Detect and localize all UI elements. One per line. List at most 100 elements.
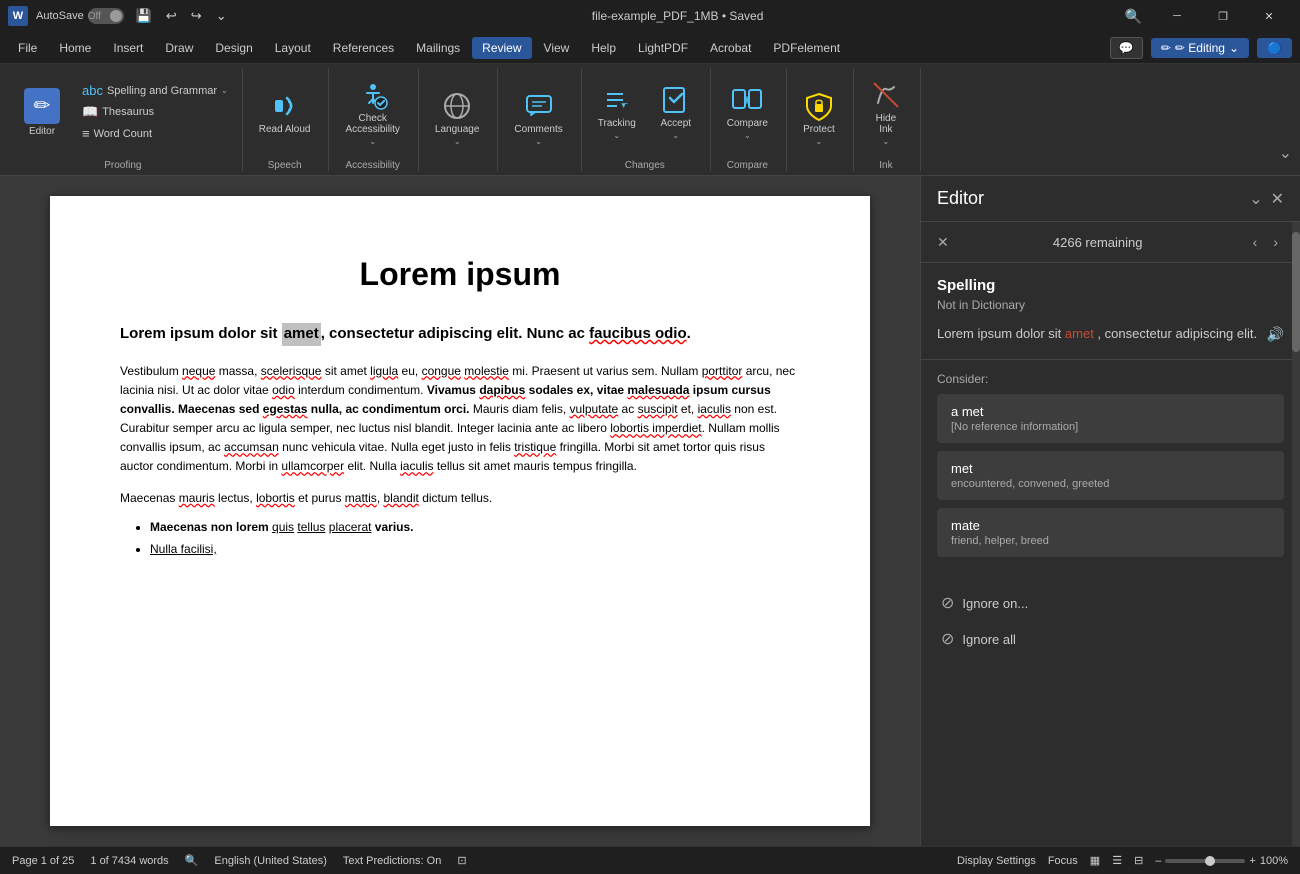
compare-button[interactable]: Compare ⌄ <box>717 72 778 152</box>
prev-arrow[interactable]: ‹ <box>1247 232 1264 252</box>
menu-insert[interactable]: Insert <box>103 37 153 59</box>
remaining-close[interactable]: ✕ <box>937 234 949 251</box>
editor-content: ✕ 4266 remaining ‹ › Spelling Not in Dic… <box>921 222 1300 846</box>
list-item: Maecenas non lorem quis tellus placerat … <box>150 520 800 534</box>
ribbon-expand[interactable]: ⌄ <box>1279 68 1292 171</box>
language-button[interactable]: Language ⌄ <box>425 78 490 158</box>
editor-close-icon[interactable]: ✕ <box>1271 189 1284 209</box>
ribbon-group-tracking: Tracking ⌄ Accept ⌄ Changes <box>584 68 711 171</box>
ignore-on-button[interactable]: ⊘ Ignore on... <box>937 585 1284 621</box>
thesaurus-icon: 📖 <box>82 104 98 120</box>
undo-icon[interactable]: ↩ <box>162 6 181 26</box>
ink-label: Ink <box>860 156 912 171</box>
macro-icon[interactable]: ⊡ <box>457 854 466 867</box>
language-icon <box>441 90 473 122</box>
zoom-plus[interactable]: + <box>1249 855 1255 867</box>
layout-icon-3[interactable]: ⊟ <box>1134 854 1143 867</box>
menu-review[interactable]: Review <box>472 37 531 59</box>
accept-button[interactable]: Accept ⌄ <box>650 72 702 152</box>
language-chevron: ⌄ <box>454 137 461 146</box>
menu-layout[interactable]: Layout <box>265 37 321 59</box>
minimize-button[interactable]: ─ <box>1154 0 1200 32</box>
save-icon[interactable]: 💾 <box>132 6 156 26</box>
proofing-label: Proofing <box>12 156 234 171</box>
layout-icon-1[interactable]: ▦ <box>1090 854 1100 867</box>
editor-scrollbar[interactable] <box>1292 222 1300 846</box>
comments-button[interactable]: 💬 <box>1110 37 1143 59</box>
redo-icon[interactable]: ↪ <box>187 6 206 26</box>
word-logo: W <box>8 6 28 26</box>
display-settings[interactable]: Display Settings <box>957 855 1036 867</box>
ribbon-group-ink: HideInk ⌄ Ink <box>856 68 921 171</box>
menu-draw[interactable]: Draw <box>155 37 203 59</box>
search-icon[interactable]: 🔍 <box>1125 8 1142 25</box>
menu-lightpdf[interactable]: LightPDF <box>628 37 698 59</box>
focus-mode[interactable]: Focus <box>1048 855 1078 867</box>
hide-ink-button[interactable]: HideInk ⌄ <box>860 72 912 152</box>
editing-chevron: ⌄ <box>1229 41 1239 55</box>
ribbon: ✏ Editor abc Spelling and Grammar ⌄ 📖 Th… <box>0 64 1300 176</box>
menu-home[interactable]: Home <box>49 37 101 59</box>
comments-ribbon-button[interactable]: Comments ⌄ <box>504 78 572 158</box>
next-arrow[interactable]: › <box>1267 232 1284 252</box>
doc-paragraph-1: Vestibulum neque massa, scelerisque sit … <box>120 362 800 477</box>
suggestion-card-3[interactable]: mate friend, helper, breed <box>937 508 1284 557</box>
close-button[interactable]: ✕ <box>1246 0 1292 32</box>
ribbon-group-speech: Read Aloud Speech <box>245 68 330 171</box>
hide-ink-icon <box>870 79 902 111</box>
autosave-toggle[interactable]: Off <box>88 8 124 24</box>
faucibus-underline: faucibus odio <box>589 325 687 342</box>
doc-paragraph-2: Maecenas mauris lectus, lobortis et puru… <box>120 489 800 508</box>
share-button[interactable]: 🔵 <box>1257 38 1292 58</box>
protect-group-label <box>793 167 845 171</box>
thesaurus-button[interactable]: 📖 Thesaurus <box>76 102 234 122</box>
tracking-button[interactable]: Tracking ⌄ <box>588 72 646 152</box>
editor-button[interactable]: ✏ Editor <box>12 72 72 152</box>
protect-label: Protect <box>803 124 835 135</box>
protect-button[interactable]: Protect ⌄ <box>793 78 845 158</box>
menu-file[interactable]: File <box>8 37 47 59</box>
editor-icon: ✏ <box>24 88 60 124</box>
language-status[interactable]: English (United States) <box>214 855 327 867</box>
zoom-minus[interactable]: – <box>1155 855 1161 867</box>
scrollbar-thumb <box>1292 232 1300 352</box>
menu-view[interactable]: View <box>534 37 580 59</box>
ignore-all-button[interactable]: ⊘ Ignore all <box>937 621 1284 657</box>
sound-icon[interactable]: 🔊 <box>1267 324 1284 345</box>
editing-button[interactable]: ✏ ✏ Editing ⌄ <box>1151 38 1249 58</box>
doc-bold-paragraph: Lorem ipsum dolor sit amet, consectetur … <box>120 323 800 346</box>
menu-pdelement[interactable]: PDFelement <box>763 37 850 59</box>
menu-help[interactable]: Help <box>581 37 626 59</box>
menu-mailings[interactable]: Mailings <box>406 37 470 59</box>
check-accessibility-button[interactable]: CheckAccessibility ⌄ <box>335 72 409 152</box>
toggle-knob <box>110 10 122 22</box>
zoom-percent: 100% <box>1260 855 1288 867</box>
spelling-icon: abc <box>82 83 103 98</box>
menu-references[interactable]: References <box>323 37 404 59</box>
restore-button[interactable]: ❐ <box>1200 0 1246 32</box>
text-predictions[interactable]: Text Predictions: On <box>343 855 441 867</box>
suggestion-card-2[interactable]: met encountered, convened, greeted <box>937 451 1284 500</box>
zoom-slider[interactable] <box>1165 859 1245 863</box>
more-icon[interactable]: ⌄ <box>212 6 231 26</box>
spelling-grammar-button[interactable]: abc Spelling and Grammar ⌄ <box>76 81 234 100</box>
check-accessibility-icon <box>357 79 389 111</box>
comments-ribbon-icon <box>523 90 555 122</box>
not-in-dictionary: Not in Dictionary <box>937 298 1284 312</box>
accessibility-status-icon[interactable]: 🔍 <box>185 854 199 867</box>
read-aloud-button[interactable]: Read Aloud <box>249 72 321 152</box>
check-accessibility-label: CheckAccessibility <box>345 113 399 135</box>
word-count-button[interactable]: ≡ Word Count <box>76 124 234 143</box>
ignore-all-icon: ⊘ <box>941 629 954 649</box>
menu-acrobat[interactable]: Acrobat <box>700 37 761 59</box>
ribbon-group-language: Language ⌄ <box>421 68 499 171</box>
editor-collapse-icon[interactable]: ⌄ <box>1249 189 1262 209</box>
menu-design[interactable]: Design <box>205 37 262 59</box>
autosave-area: AutoSave Off <box>36 8 124 24</box>
speech-label: Speech <box>249 156 321 171</box>
layout-icon-2[interactable]: ☰ <box>1112 854 1122 867</box>
suggestion-card-1[interactable]: a met [No reference information] <box>937 394 1284 443</box>
document-area: Lorem ipsum Lorem ipsum dolor sit amet, … <box>0 176 920 846</box>
changes-label: Changes <box>588 156 702 171</box>
ribbon-accessibility-tools: CheckAccessibility ⌄ <box>335 68 409 156</box>
